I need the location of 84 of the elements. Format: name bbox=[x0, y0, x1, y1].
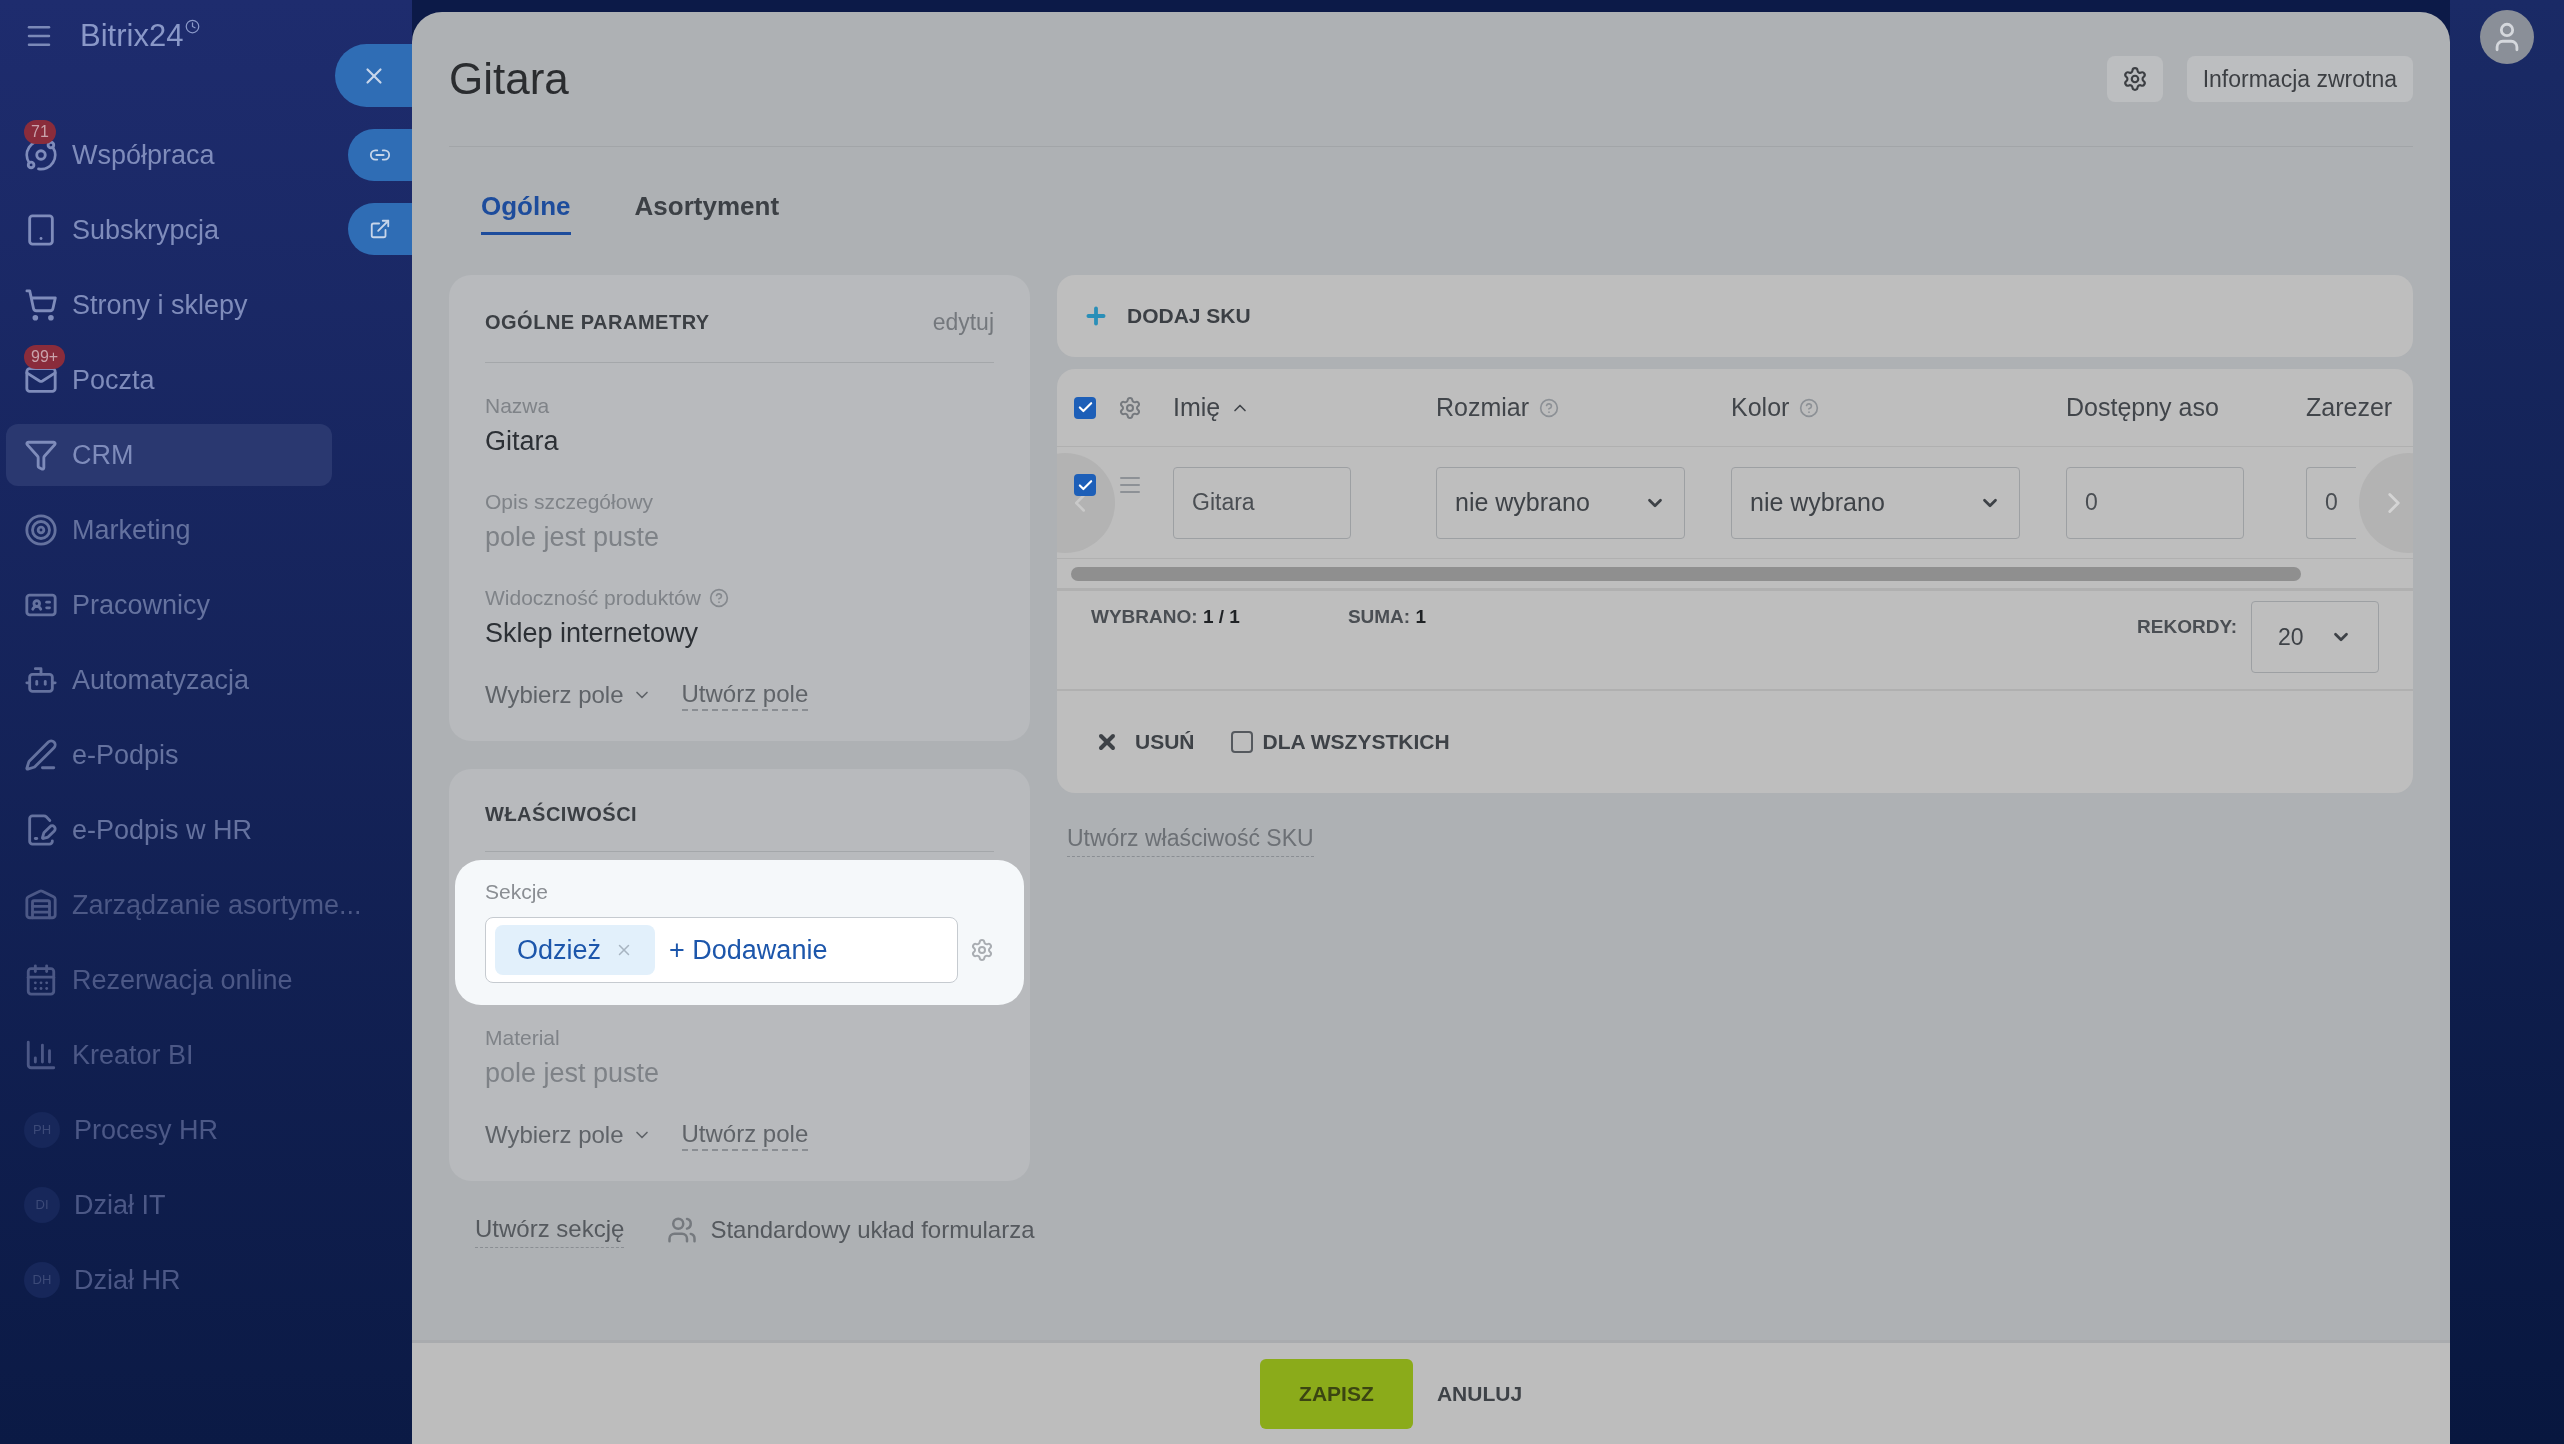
field-label: Material bbox=[485, 1025, 560, 1051]
menu-item-icon bbox=[24, 1038, 58, 1072]
column-header[interactable]: Imię bbox=[1173, 388, 1221, 427]
horizontal-scrollbar[interactable] bbox=[1071, 566, 2301, 581]
column-header[interactable]: Kolor bbox=[1731, 388, 1790, 427]
input-field[interactable]: 0 bbox=[2306, 466, 2356, 539]
create-field-link[interactable]: Utwórz pole bbox=[681, 678, 809, 711]
brand-logo[interactable]: Bitrix24 bbox=[80, 12, 184, 60]
field-label: Nazwa bbox=[485, 392, 550, 419]
count-badge: 71 bbox=[24, 120, 56, 144]
card-title: WŁAŚCIWOŚCI bbox=[485, 802, 638, 825]
sidebar-item[interactable]: Pracownicy bbox=[6, 574, 332, 636]
cancel-button[interactable]: ANULUJ bbox=[1436, 1377, 1523, 1410]
settings-icon[interactable] bbox=[1118, 395, 1142, 420]
sections-field[interactable]: Odzież + Dodawanie bbox=[485, 917, 958, 983]
settings-button[interactable] bbox=[2106, 56, 2163, 102]
records-label: REKORDY: bbox=[2137, 615, 2237, 639]
field-value: Gitara bbox=[485, 424, 560, 458]
selected-count: WYBRANO: 1 / 1 bbox=[1091, 605, 1240, 629]
section-tag[interactable]: Odzież bbox=[495, 925, 656, 975]
sidebar-item[interactable]: Automatyzacja bbox=[6, 649, 332, 711]
help-icon[interactable] bbox=[708, 587, 729, 608]
copy-link-button[interactable] bbox=[348, 129, 412, 181]
select-field[interactable]: nie wybrano bbox=[1436, 466, 1685, 539]
checkbox-label: DLA WSZYSTKICH bbox=[1262, 729, 1450, 756]
add-section-link[interactable]: + Dodawanie bbox=[669, 929, 828, 971]
add-sku-button[interactable]: DODAJ SKU bbox=[1127, 300, 1251, 332]
select-field[interactable]: nie wybrano bbox=[1731, 466, 2020, 539]
field-value: Sklep internetowy bbox=[485, 616, 700, 650]
delete-button[interactable]: USUŃ bbox=[1095, 726, 1195, 758]
create-sku-property-link[interactable]: Utwórz właściwość SKU bbox=[1067, 821, 1314, 857]
column-header[interactable]: Zarezer bbox=[2306, 388, 2393, 427]
input-field[interactable]: 0 bbox=[2066, 466, 2244, 539]
tab[interactable]: Ogólne bbox=[481, 187, 571, 235]
menu-item-icon bbox=[24, 963, 58, 997]
sidebar-item[interactable]: Zarządzanie asortyme... bbox=[6, 874, 372, 936]
feedback-button[interactable]: Informacja zwrotna bbox=[2186, 56, 2413, 102]
external-link-icon bbox=[369, 218, 391, 240]
save-button[interactable]: ZAPISZ bbox=[1259, 1358, 1413, 1429]
select-all-checkbox[interactable] bbox=[1074, 396, 1096, 419]
standard-layout-link[interactable]: Standardowy układ formularza bbox=[710, 1211, 1035, 1248]
tab[interactable]: Asortyment bbox=[634, 187, 780, 235]
menu-item-icon bbox=[24, 138, 58, 172]
clock-icon bbox=[185, 18, 201, 34]
sidebar-item[interactable]: Rezerwacja online bbox=[6, 949, 332, 1011]
settings-icon[interactable] bbox=[970, 938, 994, 962]
records-select[interactable]: 20 bbox=[2251, 601, 2379, 673]
menu-item-icon bbox=[24, 438, 58, 472]
sidebar-item[interactable]: e-Podpis w HR bbox=[6, 799, 332, 861]
create-section-link[interactable]: Utwórz sekcję bbox=[475, 1211, 625, 1248]
for-all-checkbox[interactable] bbox=[1230, 731, 1253, 753]
field-value: pole jest puste bbox=[485, 1057, 661, 1090]
sidebar-item[interactable]: Strony i sklepy bbox=[6, 274, 332, 336]
card-title: OGÓLNE PARAMETRY bbox=[485, 309, 711, 336]
field-label: Widoczność produktów bbox=[485, 584, 701, 611]
help-icon[interactable] bbox=[1539, 397, 1560, 418]
menu-item-icon bbox=[24, 288, 58, 322]
edit-link[interactable]: edytuj bbox=[932, 305, 994, 340]
column-header[interactable]: Rozmiar bbox=[1436, 388, 1530, 427]
sidebar-item[interactable]: Marketing bbox=[6, 499, 332, 561]
sum-count: SUMA: 1 bbox=[1347, 605, 1427, 629]
sidebar-item[interactable]: e-Podpis bbox=[6, 724, 332, 786]
field-label: Opis szczegółowy bbox=[485, 488, 654, 515]
field-value: pole jest puste bbox=[485, 520, 661, 554]
select-field-dropdown[interactable]: Wybierz pole bbox=[485, 1117, 652, 1153]
count-badge: 99+ bbox=[24, 345, 66, 369]
input-field[interactable]: Gitara bbox=[1173, 466, 1351, 539]
sidebar-item[interactable]: Kreator BI bbox=[6, 1024, 332, 1086]
column-header[interactable]: Dostępny aso bbox=[2066, 388, 2219, 427]
settings-icon bbox=[2121, 66, 2148, 92]
sidebar-item[interactable]: CRM bbox=[6, 424, 332, 486]
sidebar-item[interactable]: Subskrypcja bbox=[6, 199, 332, 261]
help-icon[interactable] bbox=[1799, 397, 1820, 418]
row-checkbox[interactable] bbox=[1074, 474, 1096, 496]
create-field-link[interactable]: Utwórz pole bbox=[681, 1119, 809, 1151]
menu-item-icon bbox=[24, 738, 58, 772]
page-title: Gitara bbox=[449, 53, 570, 105]
open-new-window-button[interactable] bbox=[348, 203, 412, 255]
close-button[interactable] bbox=[335, 44, 412, 107]
field-label: Sekcje bbox=[485, 879, 549, 903]
menu-item-icon bbox=[24, 513, 58, 547]
user-avatar[interactable] bbox=[2480, 10, 2534, 64]
select-field-dropdown[interactable]: Wybierz pole bbox=[485, 676, 652, 713]
menu-item-icon bbox=[24, 888, 58, 922]
